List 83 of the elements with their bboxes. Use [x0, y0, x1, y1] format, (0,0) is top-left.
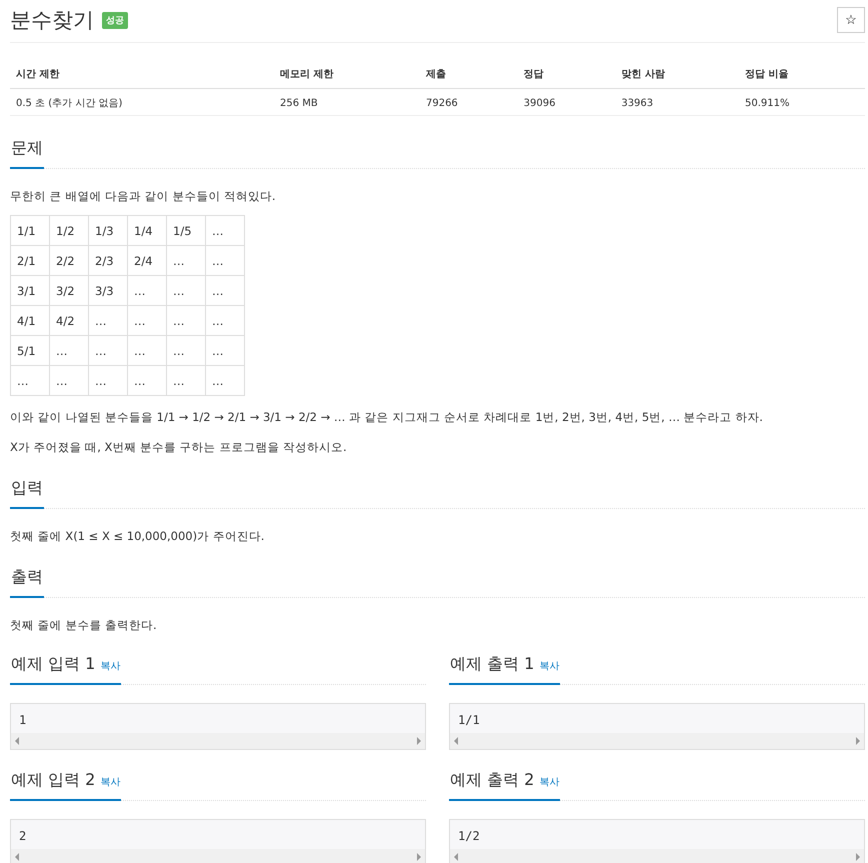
- scrollbar[interactable]: [450, 733, 864, 749]
- scroll-right-icon[interactable]: [856, 737, 860, 745]
- problem-title: 분수찾기: [10, 7, 94, 34]
- section-heading: 출력: [10, 567, 44, 598]
- scroll-left-icon[interactable]: [15, 853, 19, 861]
- status-badge: 성공: [102, 12, 128, 28]
- column-header: 제출: [420, 63, 518, 88]
- table-cell: …: [128, 366, 166, 396]
- copy-link[interactable]: 복사: [539, 777, 560, 788]
- code-text: 1: [18, 712, 28, 729]
- table-cell: 3/3: [88, 276, 128, 306]
- section-heading: 예제 입력 1: [11, 654, 96, 673]
- table-cell: 79266: [420, 88, 518, 116]
- code-text: 2: [18, 828, 28, 845]
- section-heading: 입력: [10, 478, 44, 509]
- table-cell: …: [50, 336, 88, 366]
- scroll-left-icon[interactable]: [454, 853, 458, 861]
- paragraph: 이와 같이 나열된 분수들을 1/1 → 1/2 → 2/1 → 3/1 → 2/2 → … 과 같은 지그재그 순서로 차례대로 1번, 2번, 3번, 4번, 5번, … 분수라고 하자.: [10, 409, 764, 426]
- scroll-left-icon[interactable]: [15, 737, 19, 745]
- column-header: 시간 제한: [10, 63, 274, 88]
- table-cell: …: [88, 366, 128, 396]
- table-cell: 4/1: [10, 306, 50, 336]
- table-cell: …: [206, 336, 244, 366]
- table-cell: …: [206, 306, 244, 336]
- table-cell: …: [206, 216, 244, 246]
- section-heading: 예제 입력 2: [11, 770, 96, 789]
- table-cell: …: [166, 276, 206, 306]
- table-cell: 0.5 초 (추가 시간 없음): [10, 88, 274, 116]
- table-cell: …: [88, 306, 128, 336]
- table-cell: …: [206, 246, 244, 276]
- table-cell: …: [50, 366, 88, 396]
- code-text: 1/1: [457, 712, 481, 729]
- table-cell: …: [166, 366, 206, 396]
- table-cell: …: [206, 366, 244, 396]
- section-heading: 문제: [10, 138, 44, 169]
- copy-link[interactable]: 복사: [100, 661, 120, 672]
- column-header: 맞힌 사람: [615, 63, 740, 88]
- table-cell: …: [88, 336, 128, 366]
- table-cell: 1/4: [128, 216, 166, 246]
- table-cell: …: [128, 336, 166, 366]
- table-cell: 3/1: [10, 276, 50, 306]
- table-cell: …: [206, 276, 244, 306]
- scroll-right-icon[interactable]: [417, 737, 421, 745]
- paragraph: 첫째 줄에 분수를 출력한다.: [10, 617, 158, 634]
- scrollbar[interactable]: [11, 849, 425, 863]
- table-cell: 5/1: [10, 336, 50, 366]
- table-cell: …: [10, 366, 50, 396]
- column-header: 메모리 제한: [274, 63, 420, 88]
- table-cell: …: [128, 306, 166, 336]
- table-cell: 1/3: [88, 216, 128, 246]
- table-cell: 33963: [615, 88, 740, 116]
- table-cell: 2/3: [88, 246, 128, 276]
- code-text: 1/2: [457, 828, 481, 845]
- section-heading: 예제 출력 1: [450, 654, 534, 673]
- scroll-right-icon[interactable]: [856, 853, 860, 861]
- table-cell: 1/2: [50, 216, 88, 246]
- table-cell: 256 MB: [274, 88, 420, 116]
- table-cell: 2/4: [128, 246, 166, 276]
- table-cell: …: [166, 336, 206, 366]
- star-button[interactable]: ☆: [837, 7, 865, 33]
- column-header: 정답 비율: [739, 63, 865, 88]
- copy-link[interactable]: 복사: [100, 777, 120, 788]
- scroll-left-icon[interactable]: [454, 737, 458, 745]
- section-heading: 예제 출력 2: [450, 770, 534, 789]
- scrollbar[interactable]: [450, 849, 864, 863]
- table-cell: 39096: [518, 88, 616, 116]
- column-header: 정답: [518, 63, 616, 88]
- table-cell: …: [166, 246, 206, 276]
- table-cell: 2/2: [50, 246, 88, 276]
- paragraph: 무한히 큰 배열에 다음과 같이 분수들이 적혀있다.: [10, 188, 277, 205]
- copy-link[interactable]: 복사: [539, 661, 560, 672]
- table-cell: 1/5: [166, 216, 206, 246]
- table-cell: 1/1: [10, 216, 50, 246]
- table-cell: …: [128, 276, 166, 306]
- table-cell: …: [166, 306, 206, 336]
- table-cell: 50.911%: [739, 88, 865, 116]
- table-cell: 3/2: [50, 276, 88, 306]
- paragraph: X가 주어졌을 때, X번째 분수를 구하는 프로그램을 작성하시오.: [10, 439, 348, 456]
- table-cell: 4/2: [50, 306, 88, 336]
- table-cell: 2/1: [10, 246, 50, 276]
- scroll-right-icon[interactable]: [417, 853, 421, 861]
- paragraph: 첫째 줄에 X(1 ≤ X ≤ 10,000,000)가 주어진다.: [10, 528, 266, 545]
- scrollbar[interactable]: [11, 733, 425, 749]
